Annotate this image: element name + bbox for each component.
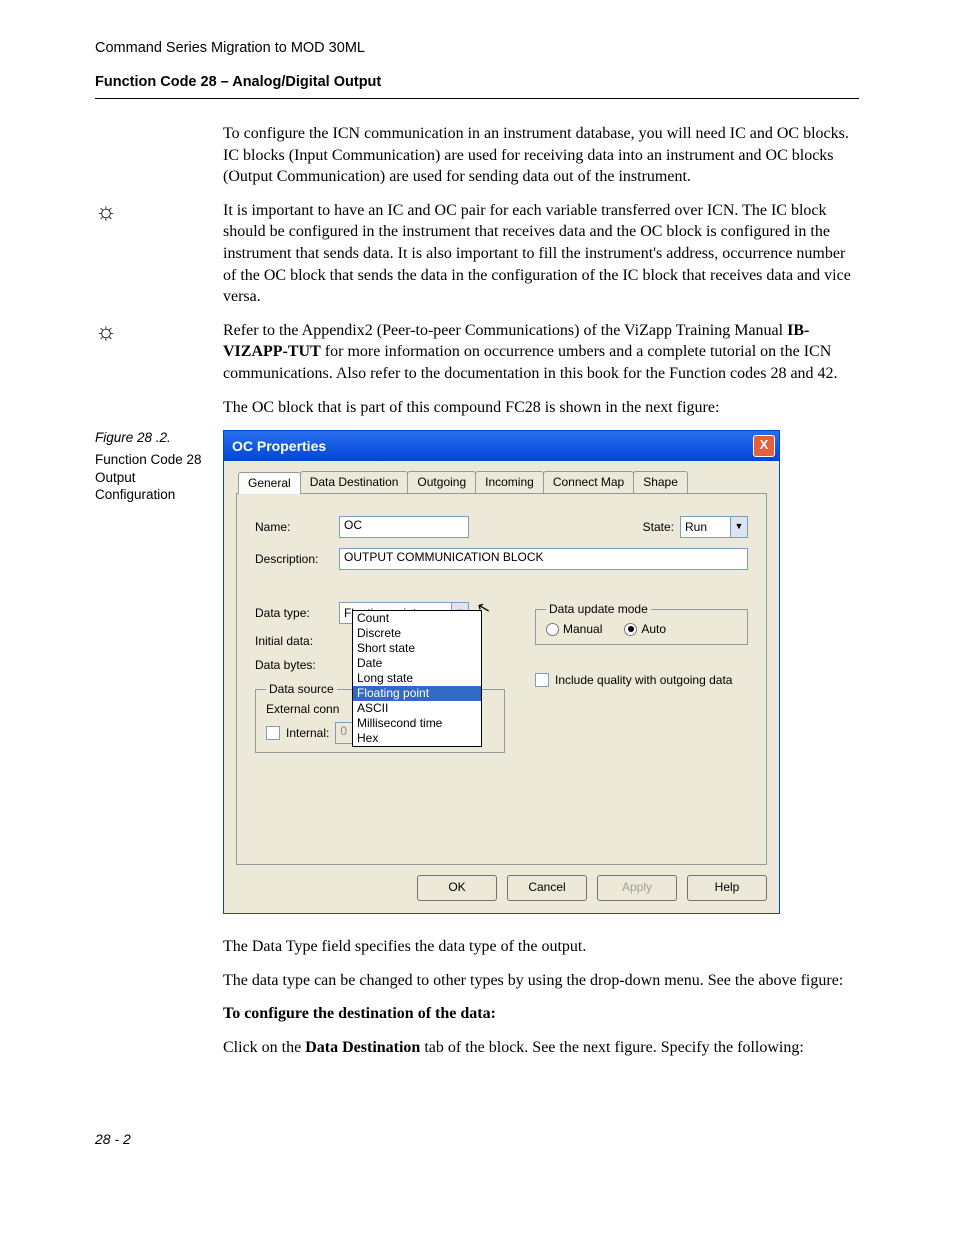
dropdown-option[interactable]: Hex bbox=[353, 731, 481, 746]
body-paragraph: Click on the Data Destination tab of the… bbox=[223, 1037, 859, 1059]
tab-incoming[interactable]: Incoming bbox=[475, 471, 544, 493]
close-button[interactable]: X bbox=[753, 435, 775, 457]
tab-panel-general: Name: OC State: Run ▼ Description: OUTPU… bbox=[236, 494, 767, 865]
chevron-down-icon[interactable]: ▼ bbox=[730, 517, 747, 537]
dropdown-option[interactable]: Millisecond time bbox=[353, 716, 481, 731]
includequality-checkbox[interactable] bbox=[535, 673, 549, 687]
dropdown-option[interactable]: Short state bbox=[353, 641, 481, 656]
radio-icon bbox=[624, 623, 637, 636]
datasource-legend: Data source bbox=[266, 682, 337, 696]
oc-properties-dialog: OC Properties X General Data Destination… bbox=[223, 430, 780, 914]
help-button[interactable]: Help bbox=[687, 875, 767, 901]
tab-data-destination[interactable]: Data Destination bbox=[300, 471, 409, 493]
page-header-subtitle: Function Code 28 – Analog/Digital Output bbox=[95, 74, 859, 90]
includequality-label: Include quality with outgoing data bbox=[555, 673, 732, 687]
name-input[interactable]: OC bbox=[339, 516, 469, 538]
figure-label: Figure 28 .2. bbox=[95, 430, 205, 445]
dataupdate-group: Data update mode Manual Auto bbox=[535, 602, 748, 645]
dropdown-option[interactable]: Count bbox=[353, 611, 481, 626]
ok-button[interactable]: OK bbox=[417, 875, 497, 901]
internal-checkbox[interactable] bbox=[266, 726, 280, 740]
radio-icon bbox=[546, 623, 559, 636]
auto-radio[interactable]: Auto bbox=[624, 622, 666, 636]
dialog-title: OC Properties bbox=[232, 438, 326, 454]
dropdown-option-selected[interactable]: Floating point bbox=[353, 686, 481, 701]
state-label: State: bbox=[643, 520, 674, 534]
datatype-dropdown-list[interactable]: Count Discrete Short state Date Long sta… bbox=[352, 610, 482, 747]
description-input[interactable]: OUTPUT COMMUNICATION BLOCK bbox=[339, 548, 748, 570]
body-paragraph: The data type can be changed to other ty… bbox=[223, 970, 859, 992]
header-rule bbox=[95, 98, 859, 99]
dropdown-option[interactable]: Long state bbox=[353, 671, 481, 686]
page-header-title: Command Series Migration to MOD 30ML bbox=[95, 40, 859, 56]
initialdata-label: Initial data: bbox=[255, 634, 333, 648]
description-label: Description: bbox=[255, 552, 333, 566]
body-paragraph: Refer to the Appendix2 (Peer-to-peer Com… bbox=[223, 320, 859, 385]
datatype-label: Data type: bbox=[255, 606, 333, 620]
figure-caption: Function Code 28 Output Configuration bbox=[95, 451, 205, 504]
body-paragraph: To configure the destination of the data… bbox=[223, 1003, 859, 1025]
tab-outgoing[interactable]: Outgoing bbox=[407, 471, 476, 493]
body-paragraph: The Data Type field specifies the data t… bbox=[223, 936, 859, 958]
apply-button[interactable]: Apply bbox=[597, 875, 677, 901]
cancel-button[interactable]: Cancel bbox=[507, 875, 587, 901]
dropdown-option[interactable]: ASCII bbox=[353, 701, 481, 716]
note-icon: ☼ bbox=[95, 200, 205, 320]
databytes-label: Data bytes: bbox=[255, 658, 333, 672]
dataupdate-legend: Data update mode bbox=[546, 602, 651, 616]
manual-radio[interactable]: Manual bbox=[546, 622, 602, 636]
dropdown-option[interactable]: Discrete bbox=[353, 626, 481, 641]
state-combo[interactable]: Run ▼ bbox=[680, 516, 748, 538]
internal-label: Internal: bbox=[286, 726, 329, 740]
tab-connect-map[interactable]: Connect Map bbox=[543, 471, 634, 493]
tab-general[interactable]: General bbox=[238, 472, 301, 494]
body-paragraph: It is important to have an IC and OC pai… bbox=[223, 200, 859, 308]
note-icon: ☼ bbox=[95, 320, 205, 397]
dropdown-option[interactable]: Date bbox=[353, 656, 481, 671]
tab-strip: General Data Destination Outgoing Incomi… bbox=[236, 471, 767, 494]
body-paragraph: The OC block that is part of this compou… bbox=[223, 397, 859, 419]
name-label: Name: bbox=[255, 520, 333, 534]
dialog-titlebar[interactable]: OC Properties X bbox=[224, 431, 779, 461]
body-paragraph: To configure the ICN communication in an… bbox=[223, 123, 859, 188]
tab-shape[interactable]: Shape bbox=[633, 471, 688, 493]
page-number: 28 - 2 bbox=[95, 1131, 859, 1147]
